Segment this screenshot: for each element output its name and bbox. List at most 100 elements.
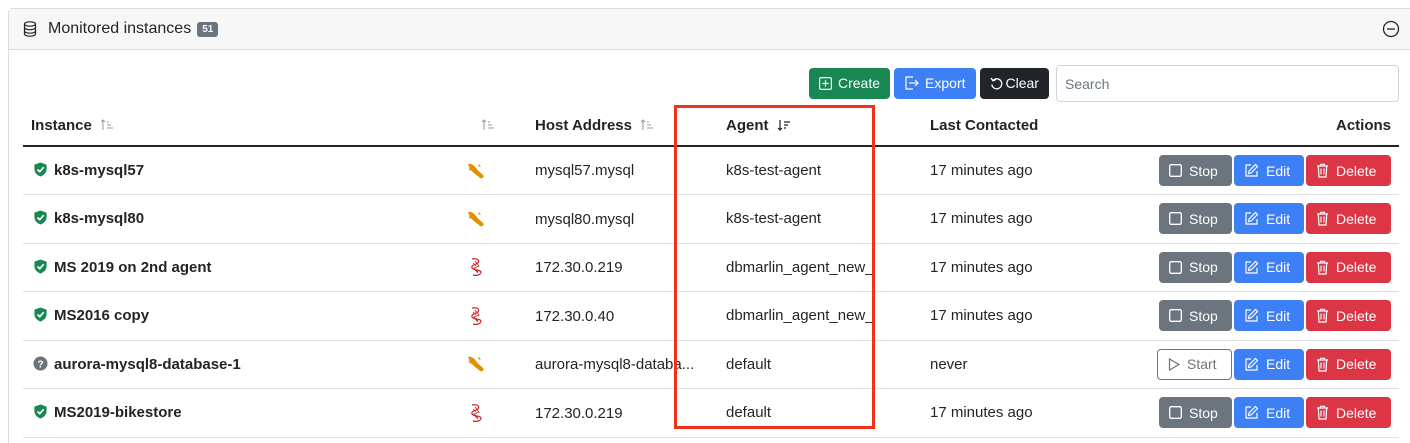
instance-cell: MS2016 copy [23, 291, 461, 341]
delete-button-label: Delete [1336, 404, 1377, 421]
agent-cell: default [703, 340, 917, 389]
table-header-row: Instance Host Address Agent Last Contact… [23, 106, 1399, 147]
edit-button-label: Edit [1266, 210, 1291, 227]
shield-check-icon [34, 162, 47, 177]
question-circle-icon: ? [33, 356, 48, 371]
db-type-cell [461, 146, 513, 195]
edit-button-label: Edit [1266, 356, 1291, 373]
edit-button[interactable]: Edit [1234, 300, 1304, 332]
plus-square-icon [819, 76, 832, 90]
edit-button[interactable]: Edit [1234, 397, 1304, 429]
delete-button[interactable]: Delete [1306, 203, 1391, 235]
search-input[interactable] [1056, 65, 1399, 102]
delete-button[interactable]: Delete [1306, 155, 1391, 186]
collapse-minus-circle-icon[interactable] [1382, 20, 1400, 38]
svg-text:?: ? [37, 359, 43, 370]
db-type-cell [461, 194, 513, 244]
instance-name[interactable]: aurora-mysql8-database-1 [54, 356, 241, 373]
column-header-label: Host Address [535, 117, 632, 134]
last-contacted: 17 minutes ago [930, 210, 1033, 228]
instance-name[interactable]: k8s-mysql80 [54, 210, 144, 227]
edit-button[interactable]: Edit [1234, 348, 1304, 380]
delete-button-label: Delete [1336, 259, 1377, 276]
shield-check-icon [34, 259, 47, 274]
edit-icon [1245, 357, 1259, 371]
stop-square-icon [1169, 260, 1182, 274]
delete-button-label: Delete [1336, 210, 1377, 227]
instance-name[interactable]: MS2016 copy [54, 307, 149, 324]
stop-button[interactable]: Stop [1159, 203, 1232, 235]
toggle-button-label: Stop [1189, 404, 1218, 421]
column-header-agent[interactable]: Agent [703, 106, 917, 147]
db-type-cell [461, 340, 513, 389]
mysql-dolphin-icon [468, 163, 484, 178]
instance-name[interactable]: MS 2019 on 2nd agent [54, 259, 212, 276]
edit-button[interactable]: Edit [1234, 203, 1304, 235]
delete-button[interactable]: Delete [1306, 251, 1391, 283]
column-header-type[interactable] [461, 106, 513, 147]
delete-button[interactable]: Delete [1306, 300, 1391, 332]
last-contacted: 17 minutes ago [930, 162, 1033, 179]
stop-square-icon [1169, 212, 1182, 226]
stop-button[interactable]: Stop [1159, 397, 1232, 429]
column-header-host[interactable]: Host Address [513, 106, 703, 147]
last-contacted-cell: 17 minutes ago [917, 243, 1147, 292]
export-button[interactable]: Export [894, 67, 976, 99]
toggle-button-label: Stop [1189, 210, 1218, 227]
toggle-button-label: Start [1187, 356, 1217, 373]
edit-icon [1245, 308, 1259, 322]
host-address-cell: 172.30.0.219 [513, 243, 703, 292]
table-row[interactable]: MS2016 copy 172.30.0.40 dbmarlin_agent_new… [23, 291, 1399, 341]
delete-button[interactable]: Delete [1306, 397, 1391, 429]
agent-name: k8s-test-agent [726, 210, 822, 228]
stop-square-icon [1169, 406, 1182, 420]
instance-cell: MS 2019 on 2nd agent [23, 243, 461, 292]
play-icon [1168, 357, 1180, 371]
instance-cell: ? aurora-mysql8-database-1 [23, 340, 461, 389]
mysql-dolphin-icon [468, 356, 484, 372]
agent-cell: default [703, 388, 917, 438]
page-title: Monitored instances [48, 20, 192, 37]
edit-button[interactable]: Edit [1234, 155, 1304, 186]
host-address-cell: aurora-mysql8-databa... [513, 340, 703, 389]
create-button-label: Create [838, 75, 881, 91]
host-address: mysql57.mysql [535, 162, 635, 180]
stop-button[interactable]: Stop [1159, 155, 1232, 186]
instances-table: Instance Host Address Agent Last Contact… [23, 106, 1399, 438]
edit-button-label: Edit [1266, 162, 1291, 179]
host-address-cell: mysql57.mysql [513, 146, 703, 195]
agent-cell: dbmarlin_agent_new_ [703, 291, 917, 341]
actions-cell: Stop Edit Delete [1147, 243, 1399, 292]
column-header-label: Instance [31, 117, 92, 134]
sort-up-icon [481, 119, 494, 130]
edit-icon [1245, 211, 1259, 225]
create-button[interactable]: Create [809, 67, 891, 99]
last-contacted-cell: 17 minutes ago [917, 194, 1147, 244]
column-header-instance[interactable]: Instance [23, 106, 461, 147]
actions-cell: Stop Edit Delete [1147, 291, 1399, 341]
stop-button[interactable]: Stop [1159, 300, 1232, 332]
agent-cell: k8s-test-agent [703, 194, 917, 244]
trash-icon [1317, 163, 1328, 178]
delete-button[interactable]: Delete [1306, 348, 1391, 380]
edit-icon [1245, 405, 1259, 419]
instance-name[interactable]: k8s-mysql57 [54, 162, 144, 179]
edit-button[interactable]: Edit [1234, 251, 1304, 283]
agent-name: dbmarlin_agent_new_ [726, 258, 874, 276]
instance-count-badge: 51 [197, 21, 219, 37]
clear-button[interactable]: Clear [979, 67, 1049, 99]
clear-button-label: Clear [1005, 75, 1039, 91]
table-row[interactable]: MS2019-bikestore 172.30.0.219 default 17 mi… [23, 388, 1399, 438]
sort-up-icon [640, 119, 654, 130]
edit-icon [1245, 163, 1259, 177]
start-button[interactable]: Start [1157, 348, 1232, 380]
table-row[interactable]: ? aurora-mysql8-database-1 aurora-mysql8-d… [23, 340, 1399, 389]
table-row[interactable]: k8s-mysql80 mysql80.mysql k8s-test-agent 17… [23, 194, 1399, 244]
host-address: aurora-mysql8-databa... [535, 356, 695, 374]
stop-button[interactable]: Stop [1159, 251, 1232, 283]
table-row[interactable]: MS 2019 on 2nd agent 172.30.0.219 dbmarlin… [23, 243, 1399, 292]
agent-name: dbmarlin_agent_new_ [726, 307, 874, 325]
table-row[interactable]: k8s-mysql57 mysql57.mysql k8s-test-agent 17… [23, 146, 1399, 195]
instance-name[interactable]: MS2019-bikestore [54, 404, 182, 421]
agent-name: k8s-test-agent [726, 162, 822, 179]
